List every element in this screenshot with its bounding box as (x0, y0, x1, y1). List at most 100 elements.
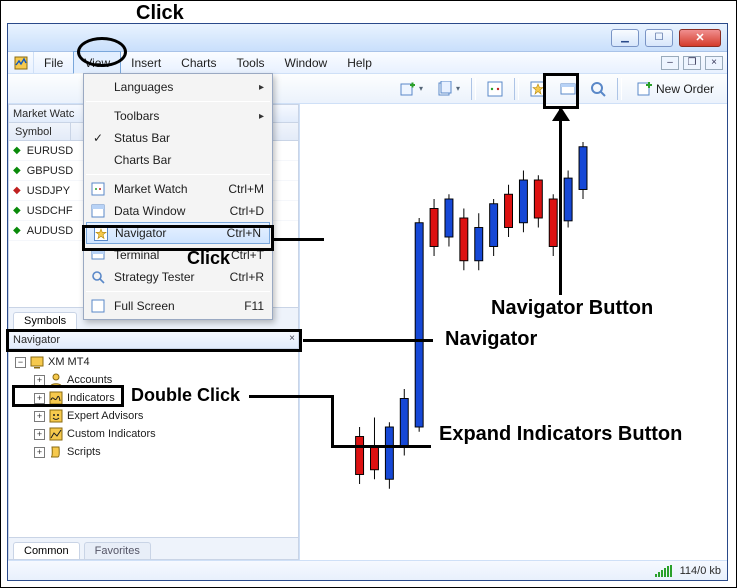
window-minimize-button[interactable] (611, 29, 639, 47)
dd-shortcut: Ctrl+R (230, 270, 264, 284)
experts-icon (49, 409, 63, 423)
tree-expand-icon[interactable]: + (34, 411, 45, 422)
dd-toolbars[interactable]: Toolbars▸ (84, 105, 272, 127)
tree-node-label: Expert Advisors (67, 410, 143, 422)
annotation-ellipse-view (77, 37, 127, 67)
annotation-box-indicators (12, 385, 124, 407)
mdi-close-button[interactable]: × (705, 56, 723, 70)
dd-strategy-tester[interactable]: Strategy TesterCtrl+R (84, 266, 272, 288)
nav-tab-label: Common (24, 545, 69, 557)
new-order-label: New Order (656, 82, 714, 96)
dd-label: Full Screen (114, 299, 175, 313)
chart-area[interactable] (300, 104, 727, 560)
dd-shortcut: Ctrl+D (230, 204, 264, 218)
navigator-tree: − XM MT4 + Accounts + Indicators (9, 349, 298, 467)
dd-data-window[interactable]: Data Window Ctrl+D (84, 200, 272, 222)
mw-tab-label: Symbols (24, 315, 66, 327)
menu-window-label: Window (285, 56, 328, 70)
dd-shortcut: F11 (244, 299, 264, 313)
dd-full-screen[interactable]: Full Screen F11 (84, 295, 272, 317)
strategy-tester-icon (90, 269, 106, 285)
menu-tools[interactable]: Tools (227, 52, 275, 73)
mw-symbol-label: EURUSD (27, 145, 73, 157)
menu-help[interactable]: Help (337, 52, 382, 73)
dd-shortcut: Ctrl+M (228, 182, 264, 196)
arrow-up-icon: ◆ (13, 225, 21, 236)
tree-expand-icon[interactable]: + (34, 447, 45, 458)
tree-collapse-icon[interactable]: − (15, 357, 26, 368)
connection-bars-icon (655, 565, 672, 577)
menu-charts-label: Charts (181, 56, 216, 70)
strategy-tester-button[interactable] (585, 78, 611, 100)
annotation-connector (331, 445, 431, 448)
nav-tab-favorites[interactable]: Favorites (84, 542, 151, 559)
candlestick-chart (300, 104, 727, 560)
data-window-icon (90, 203, 106, 219)
tree-node-scripts[interactable]: + Scripts (11, 443, 296, 461)
annotation-box-navigator-item (82, 225, 274, 251)
annotation-click-top: Click (136, 2, 184, 25)
menu-help-label: Help (347, 56, 372, 70)
menu-window[interactable]: Window (275, 52, 338, 73)
menu-file[interactable]: File (34, 52, 73, 73)
arrow-up-icon: ◆ (13, 145, 21, 156)
profiles-button[interactable]: ▾ (432, 78, 465, 100)
dd-label: Data Window (114, 204, 185, 218)
mw-symbol-label: USDCHF (27, 205, 73, 217)
arrow-up-icon: ◆ (13, 165, 21, 176)
dd-label: Charts Bar (114, 153, 171, 167)
chevron-down-icon: ▾ (456, 84, 460, 93)
dd-label: Status Bar (114, 131, 170, 145)
toolbar-separator (514, 78, 519, 100)
toolbar-separator (471, 78, 476, 100)
mw-symbol-label: USDJPY (27, 185, 70, 197)
arrow-down-icon: ◆ (13, 185, 21, 196)
dd-separator (86, 174, 270, 175)
statusbar-traffic: 114/0 kb (680, 565, 721, 577)
annotation-box-navigator-toolbar (543, 73, 579, 109)
dd-languages[interactable]: Languages▸ (84, 76, 272, 98)
status-bar: 114/0 kb (8, 560, 727, 580)
annotation-box-navigator-panel (6, 329, 302, 352)
mw-tab-symbols[interactable]: Symbols (13, 312, 77, 329)
annotation-connector (559, 109, 562, 295)
dd-status-bar[interactable]: Status Bar (84, 127, 272, 149)
dd-market-watch[interactable]: Market Watch Ctrl+M (84, 178, 272, 200)
dd-label: Market Watch (114, 182, 188, 196)
custom-indicators-icon (49, 427, 63, 441)
tree-node-label: Custom Indicators (67, 428, 156, 440)
submenu-arrow-icon: ▸ (259, 111, 264, 122)
new-chart-button[interactable]: ▾ (395, 78, 428, 100)
mdi-minimize-button[interactable]: – (661, 56, 679, 70)
menu-insert[interactable]: Insert (121, 52, 171, 73)
dd-separator (86, 291, 270, 292)
fullscreen-icon (90, 298, 106, 314)
annotation-connector (249, 395, 333, 398)
mdi-buttons: – ❐ × (661, 52, 727, 73)
tree-root[interactable]: − XM MT4 (11, 353, 296, 371)
scripts-icon (49, 445, 63, 459)
mw-symbol-label: GBPUSD (27, 165, 73, 177)
market-watch-button[interactable] (482, 78, 508, 100)
menu-tools-label: Tools (237, 56, 265, 70)
nav-tab-common[interactable]: Common (13, 542, 80, 559)
navigator-tabs: Common Favorites (9, 537, 298, 559)
arrow-up-icon: ◆ (13, 205, 21, 216)
tree-expand-icon[interactable]: + (34, 429, 45, 440)
tree-root-label: XM MT4 (48, 356, 90, 368)
annotation-connector (274, 238, 324, 241)
tree-expand-icon[interactable]: + (34, 375, 45, 386)
tree-node-custom-indicators[interactable]: + Custom Indicators (11, 425, 296, 443)
mdi-restore-button[interactable]: ❐ (683, 56, 701, 70)
new-order-button[interactable]: New Order (628, 78, 723, 100)
dd-charts-bar[interactable]: Charts Bar (84, 149, 272, 171)
window-maximize-button[interactable] (645, 29, 673, 47)
tree-node-experts[interactable]: + Expert Advisors (11, 407, 296, 425)
menu-charts[interactable]: Charts (171, 52, 226, 73)
view-dropdown-menu: Languages▸ Toolbars▸ Status Bar Charts B… (83, 73, 273, 320)
annotation-connector (303, 339, 433, 342)
terminal-icon (30, 355, 44, 369)
menu-insert-label: Insert (131, 56, 161, 70)
window-close-button[interactable] (679, 29, 721, 47)
market-watch-icon (90, 181, 106, 197)
